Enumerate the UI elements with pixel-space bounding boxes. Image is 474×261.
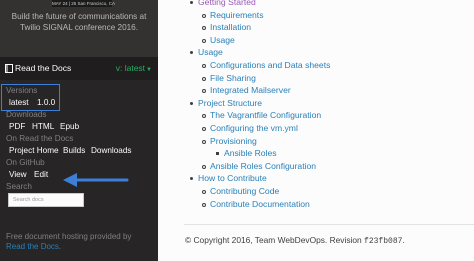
toc-bullet-icon — [202, 38, 206, 43]
builds-link[interactable]: Builds — [63, 146, 85, 155]
download-html-link[interactable]: HTML — [32, 122, 54, 131]
search-label: Search — [6, 182, 32, 191]
toc-link[interactable]: Installation — [210, 22, 251, 32]
toc-link[interactable]: File Sharing — [210, 73, 256, 83]
rtd-downloads-link[interactable]: Downloads — [91, 146, 132, 155]
toc-bullet-icon — [202, 26, 206, 31]
copyright-label: © Copyright 2016, Team WebDevOps. Revisi… — [185, 235, 365, 245]
hosting-note-end: . — [58, 242, 62, 251]
annotation-arrow-icon — [63, 173, 129, 187]
main-content: Getting Started Requirements Installation U… — [158, 0, 474, 261]
project-home-link[interactable]: Project Home — [9, 146, 59, 155]
sidebar: MAY 24 | 25 San Francisco, CA Build the … — [0, 0, 158, 261]
toc-bullet-icon — [202, 202, 206, 207]
toc-link[interactable]: Configurations and Data sheets — [210, 60, 330, 70]
version-latest-link[interactable]: latest — [9, 98, 29, 107]
toc-bullet-icon — [202, 76, 206, 81]
github-edit-link[interactable]: Edit — [34, 170, 48, 179]
toc-bullet-icon — [202, 127, 206, 131]
version-1-0-0-link[interactable]: 1.0.0 — [37, 98, 55, 107]
book-icon — [5, 64, 13, 73]
current-version-label: v: latest — [115, 63, 146, 73]
toc-bullet-icon — [202, 139, 206, 144]
toc-link[interactable]: Ansible Roles Configuration — [210, 161, 316, 171]
downloads-label: Downloads — [6, 110, 47, 119]
rtd-version-bar[interactable]: Read the Docs v: latest▼ — [0, 57, 158, 80]
toc-bullet-icon — [202, 89, 206, 94]
commit-hash: f23fb087 — [364, 237, 403, 246]
footer-divider — [184, 224, 474, 225]
toc-bullet-icon — [202, 64, 206, 68]
current-version-toggle[interactable]: v: latest▼ — [116, 57, 152, 82]
toc-link[interactable]: How to Contribute — [198, 173, 267, 183]
caret-down-icon: ▼ — [146, 67, 152, 73]
rtd-panel: Versions latest 1.0.0 Downloads PDF HTML… — [0, 80, 158, 261]
copyright-end: . — [402, 235, 405, 245]
toc-link[interactable]: The Vagrantfile Configuration — [210, 110, 321, 120]
read-the-docs-link[interactable]: Read the Docs — [6, 242, 59, 251]
on-github-label: On GitHub — [6, 158, 45, 167]
toc-link[interactable]: Provisioning — [210, 136, 257, 146]
toc-bullet-icon — [202, 190, 206, 194]
versions-label: Versions — [6, 86, 38, 95]
hosting-note-text: Free document hosting provided by — [6, 232, 132, 241]
banner-image: MAY 24 | 25 San Francisco, CA — [52, 0, 116, 7]
toc-link[interactable]: Contributing Code — [210, 186, 279, 196]
toc-link[interactable]: Project Structure — [198, 98, 262, 108]
download-epub-link[interactable]: Epub — [60, 122, 79, 131]
toc-link[interactable]: Ansible Roles — [224, 148, 277, 158]
copyright-text: © Copyright 2016, Team WebDevOps. Revisi… — [185, 235, 405, 246]
toc-bullet-icon — [190, 1, 193, 4]
toc-link[interactable]: Contribute Documentation — [210, 199, 310, 209]
toc-link[interactable]: Integrated Mailserver — [210, 85, 291, 95]
toc-bullet-icon — [202, 114, 206, 119]
toc-bullet-icon — [190, 101, 193, 105]
toc-link[interactable]: Getting Started — [198, 0, 256, 7]
toc-bullet-icon — [202, 164, 206, 169]
banner-text[interactable]: Build the future of communications at Tw… — [4, 11, 154, 33]
toc-bullet-icon — [190, 177, 193, 181]
toc-link[interactable]: Usage — [210, 35, 235, 45]
toc-link[interactable]: Requirements — [210, 10, 264, 20]
toc-bullet-icon — [190, 51, 193, 55]
hosting-note: Free document hosting provided by Read t… — [6, 232, 152, 252]
toc-link[interactable]: Usage — [198, 47, 223, 57]
github-view-link[interactable]: View — [9, 170, 27, 179]
toc-link[interactable]: Configuring the vm.yml — [210, 123, 298, 133]
on-rtd-label: On Read the Docs — [6, 134, 74, 143]
download-pdf-link[interactable]: PDF — [9, 122, 25, 131]
rtd-label: Read the Docs — [15, 63, 72, 73]
toc-bullet-icon — [202, 13, 206, 18]
toc-bullet-icon — [216, 152, 219, 156]
search-input[interactable] — [8, 193, 84, 207]
sponsor-banner[interactable]: MAY 24 | 25 San Francisco, CA Build the … — [0, 0, 158, 57]
